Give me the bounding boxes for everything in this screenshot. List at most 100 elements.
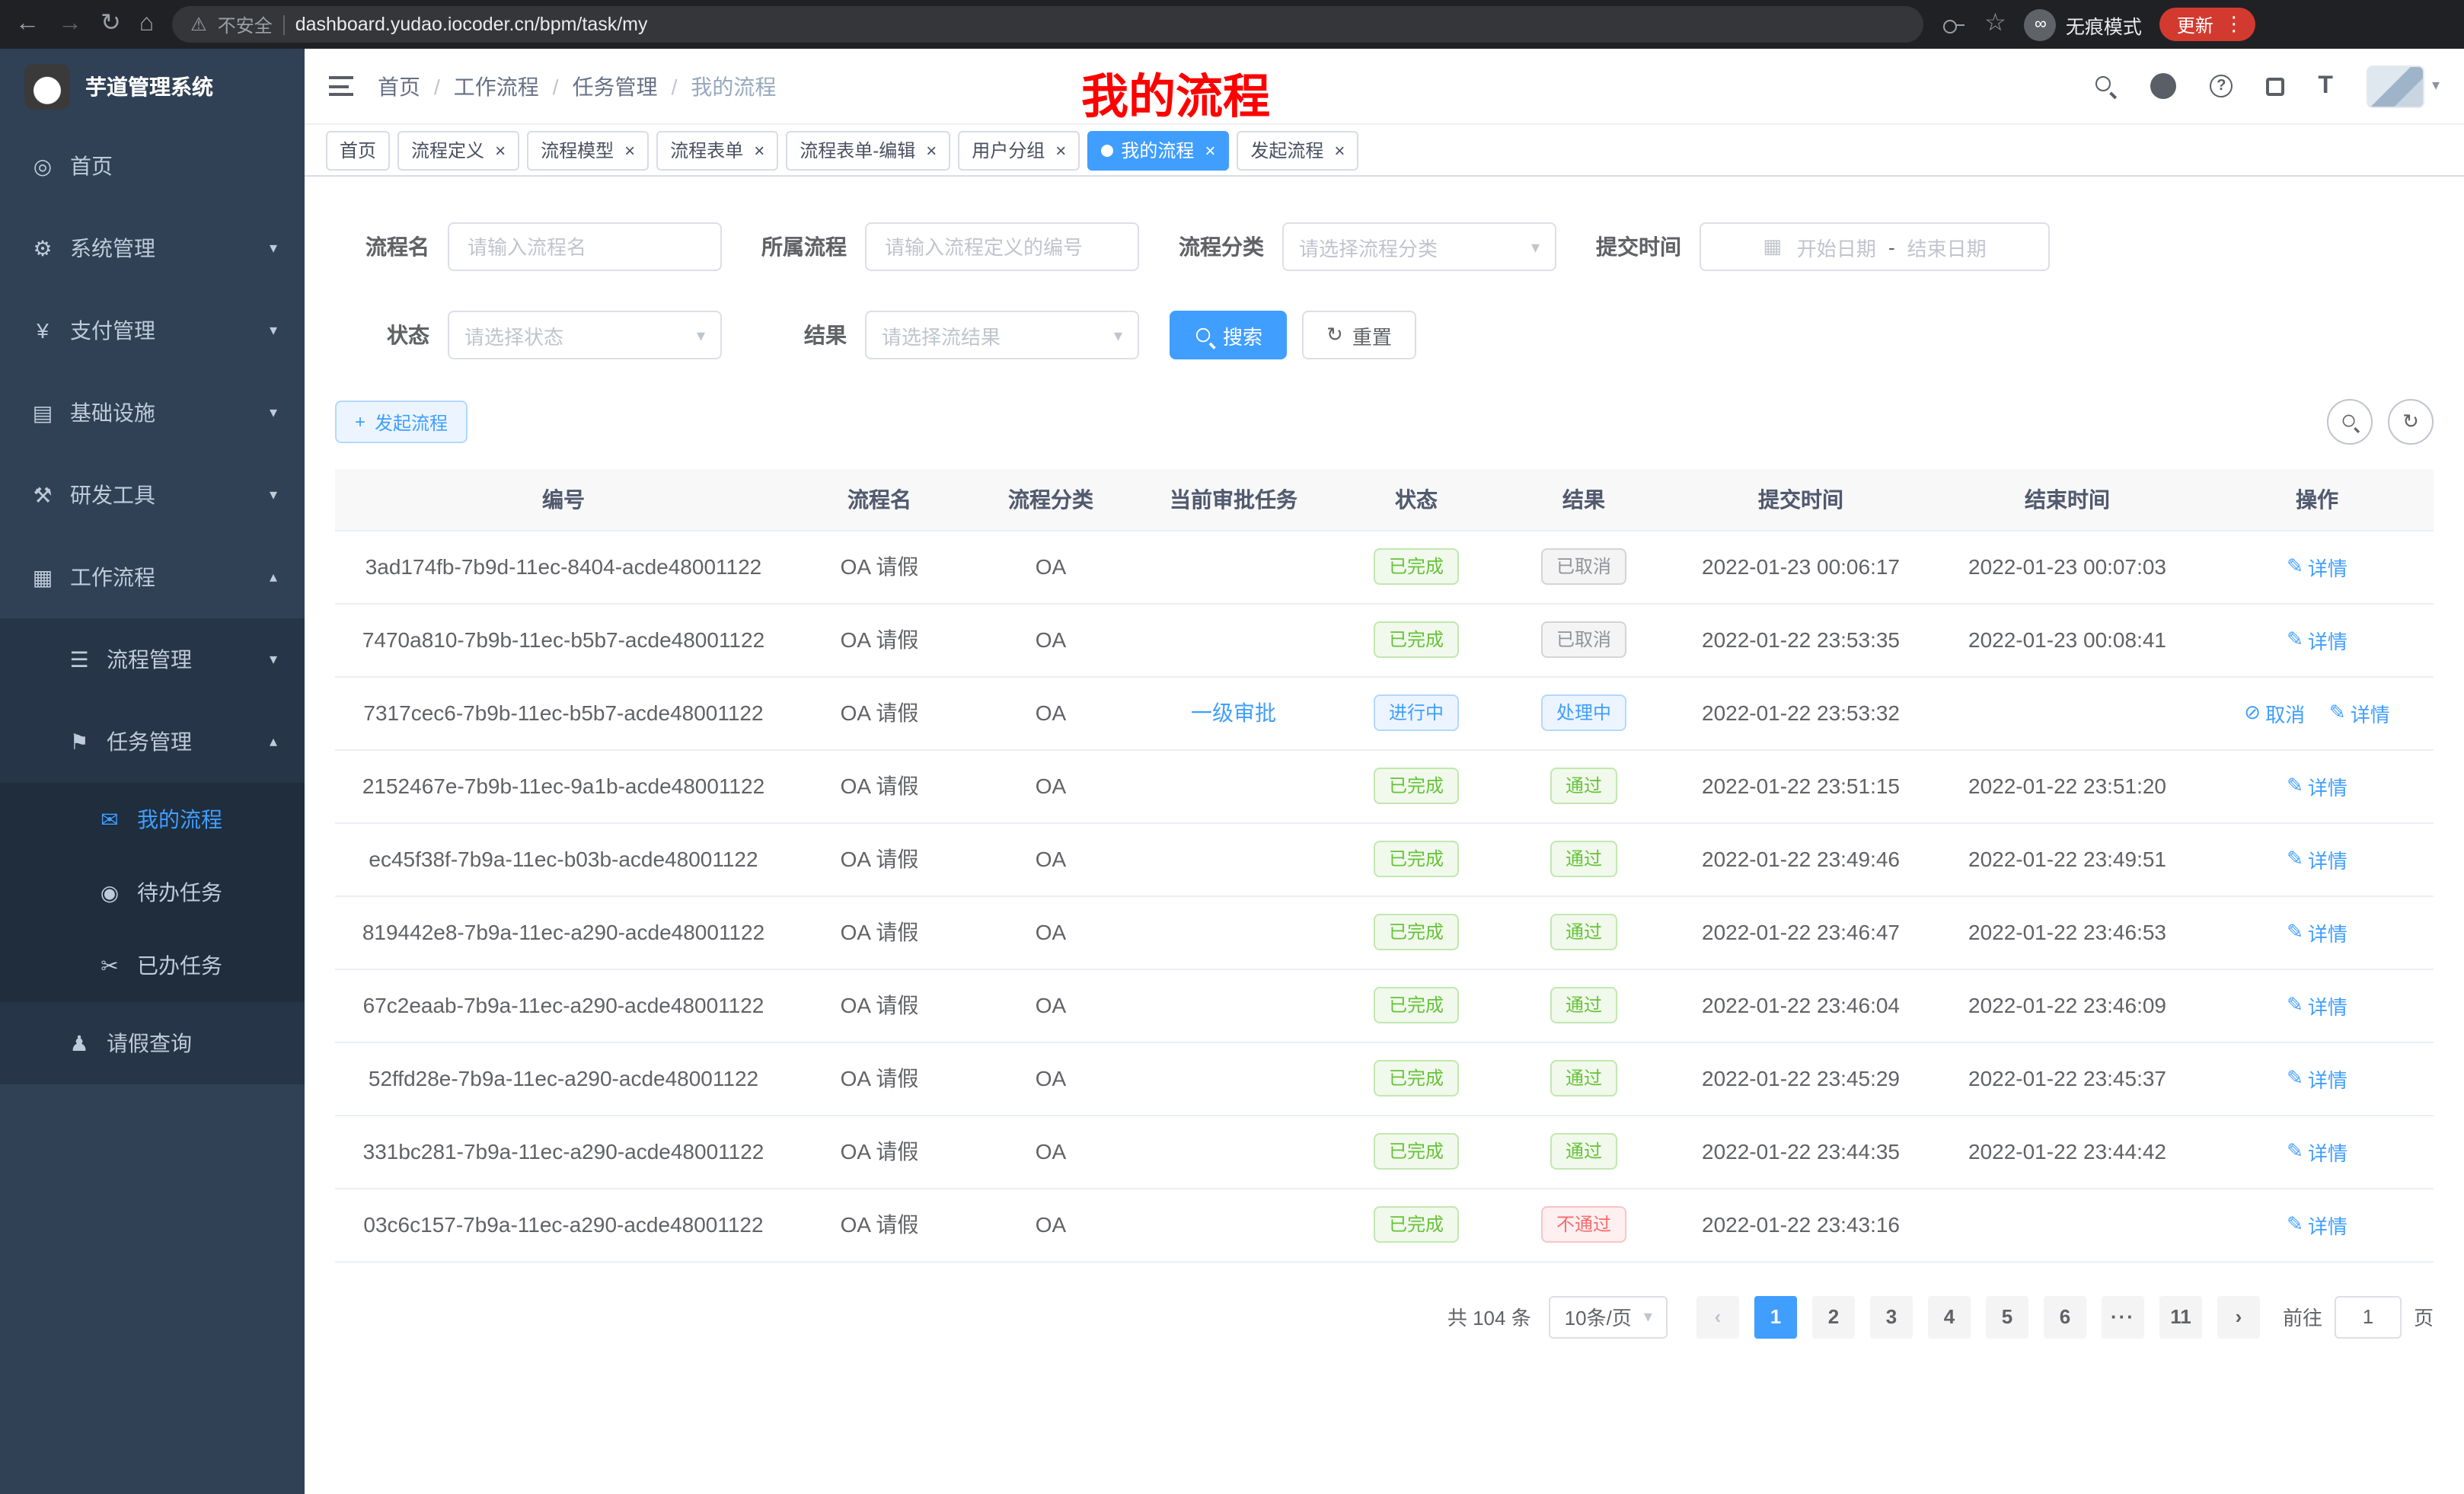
next-page-button[interactable]: › xyxy=(2217,1295,2260,1338)
category-select[interactable]: 请选择流程分类 ▾ xyxy=(1282,222,1556,271)
submit-time-range-picker[interactable]: ▦ 开始日期 - 结束日期 xyxy=(1700,222,2050,271)
breadcrumb-item[interactable]: 工作流程 xyxy=(420,71,539,101)
search-button[interactable]: 搜索 xyxy=(1170,311,1287,359)
plus-icon: + xyxy=(355,411,365,433)
close-icon[interactable]: × xyxy=(624,139,635,161)
table-row[interactable]: 819442e8-7b9a-11ec-a290-acde48001122 OA … xyxy=(335,895,2434,969)
sidebar-menu-item[interactable]: ⚙ 系统管理 ▾ xyxy=(0,207,305,289)
sidebar-menu-item[interactable]: ⚒ 研发工具 ▾ xyxy=(0,454,305,536)
view-tab[interactable]: 用户分组 × xyxy=(958,130,1080,170)
font-size-icon[interactable]: T xyxy=(2318,72,2333,100)
table-row[interactable]: 3ad174fb-7b9d-11ec-8404-acde48001122 OA … xyxy=(335,530,2434,603)
app-logo[interactable]: 芋道管理系统 xyxy=(0,49,305,125)
kebab-menu-icon[interactable]: ⋮ xyxy=(2224,12,2244,37)
sidebar-menu-item[interactable]: ◎ 首页 xyxy=(0,125,305,207)
detail-button[interactable]: ✎ 详情 xyxy=(2287,991,2348,1020)
security-label[interactable]: 不安全 xyxy=(218,11,273,37)
table-row[interactable]: 2152467e-7b9b-11ec-9a1b-acde48001122 OA … xyxy=(335,749,2434,822)
password-key-icon[interactable] xyxy=(1942,12,1966,37)
table-row[interactable]: 03c6c157-7b9a-11ec-a290-acde48001122 OA … xyxy=(335,1188,2434,1261)
toggle-search-button[interactable] xyxy=(2327,399,2373,445)
close-icon[interactable]: × xyxy=(1205,139,1215,161)
table-row[interactable]: ec45f38f-7b9a-11ec-b03b-acde48001122 OA … xyxy=(335,822,2434,895)
process-id: 7470a810-7b9b-11ec-b5b7-acde48001122 xyxy=(362,627,764,652)
detail-button[interactable]: ✎ 详情 xyxy=(2329,698,2390,727)
forward-icon[interactable]: → xyxy=(58,12,82,37)
page-button[interactable]: 2 xyxy=(1812,1295,1855,1338)
search-icon[interactable] xyxy=(2094,75,2117,97)
status-select[interactable]: 请选择状态 ▾ xyxy=(448,311,722,359)
help-icon[interactable]: ? xyxy=(2210,75,2233,97)
github-icon[interactable] xyxy=(2150,73,2176,99)
page-button[interactable]: 3 xyxy=(1870,1295,1913,1338)
current-task-link[interactable]: 一级审批 xyxy=(1191,701,1276,725)
detail-button[interactable]: ✎ 详情 xyxy=(2287,844,2348,873)
breadcrumb-item[interactable]: 我的流程 xyxy=(658,71,777,101)
avatar[interactable]: ▾ xyxy=(2367,65,2440,107)
goto-page-input[interactable] xyxy=(2335,1295,2402,1338)
process-name-input[interactable] xyxy=(448,222,722,271)
refresh-table-button[interactable]: ↻ xyxy=(2388,399,2434,445)
page-button[interactable]: 4 xyxy=(1928,1295,1971,1338)
close-icon[interactable]: × xyxy=(1334,139,1345,161)
view-tab[interactable]: 发起流程 × xyxy=(1237,130,1358,170)
sidebar-menu-item[interactable]: ✉ 我的流程 xyxy=(0,783,305,856)
sidebar-menu-item[interactable]: ▤ 基础设施 ▾ xyxy=(0,372,305,454)
close-icon[interactable]: × xyxy=(926,139,937,161)
process-def-input[interactable] xyxy=(865,222,1139,271)
breadcrumb-item[interactable]: 任务管理 xyxy=(539,71,658,101)
table-row[interactable]: 52ffd28e-7b9a-11ec-a290-acde48001122 OA … xyxy=(335,1042,2434,1115)
sidebar-menu-item[interactable]: ◉ 待办任务 xyxy=(0,856,305,929)
reset-button[interactable]: ↻ 重置 xyxy=(1302,311,1416,359)
detail-button[interactable]: ✎ 详情 xyxy=(2287,1064,2348,1093)
detail-button[interactable]: ✎ 详情 xyxy=(2287,771,2348,800)
close-icon[interactable]: × xyxy=(495,139,506,161)
detail-label: 详情 xyxy=(2308,625,2348,654)
view-tab[interactable]: 流程模型 × xyxy=(527,130,649,170)
cancel-button[interactable]: ⊘ 取消 xyxy=(2244,698,2305,727)
bookmark-star-icon[interactable]: ☆ xyxy=(1984,12,2006,37)
reload-icon[interactable]: ↻ xyxy=(101,12,121,37)
view-tab[interactable]: 流程表单 × xyxy=(656,130,778,170)
page-button[interactable]: 5 xyxy=(1986,1295,2028,1338)
table-row[interactable]: 7317cec6-7b9b-11ec-b5b7-acde48001122 OA … xyxy=(335,676,2434,749)
back-icon[interactable]: ← xyxy=(15,12,40,37)
table-row[interactable]: 7470a810-7b9b-11ec-b5b7-acde48001122 OA … xyxy=(335,603,2434,676)
hamburger-icon[interactable] xyxy=(329,76,353,96)
sidebar-menu-item[interactable]: ¥ 支付管理 ▾ xyxy=(0,289,305,372)
update-button[interactable]: 更新 ⋮ xyxy=(2160,8,2256,41)
close-icon[interactable]: × xyxy=(754,139,764,161)
url-text[interactable]: dashboard.yudao.iocoder.cn/bpm/task/my xyxy=(295,14,648,35)
launch-process-button[interactable]: + 发起流程 xyxy=(335,401,468,443)
fullscreen-icon[interactable] xyxy=(2266,77,2284,95)
sidebar-menu-item[interactable]: ✂ 已办任务 xyxy=(0,929,305,1002)
view-tab[interactable]: 流程定义 × xyxy=(397,130,519,170)
page-button[interactable]: ··· xyxy=(2102,1295,2144,1338)
sidebar-menu-item[interactable]: ▦ 工作流程 ▴ xyxy=(0,536,305,618)
detail-button[interactable]: ✎ 详情 xyxy=(2287,918,2348,947)
sidebar-menu-item[interactable]: ☰ 流程管理 ▾ xyxy=(0,618,305,701)
detail-button[interactable]: ✎ 详情 xyxy=(2287,552,2348,581)
sidebar-menu-item[interactable]: ♟ 请假查询 xyxy=(0,1002,305,1084)
page-button[interactable]: 11 xyxy=(2159,1295,2202,1338)
address-bar[interactable]: ⚠ 不安全 dashboard.yudao.iocoder.cn/bpm/tas… xyxy=(172,6,1923,43)
table-row[interactable]: 331bc281-7b9a-11ec-a290-acde48001122 OA … xyxy=(335,1115,2434,1188)
view-tab[interactable]: 流程表单-编辑 × xyxy=(786,130,950,170)
menu-item-label: 请假查询 xyxy=(107,1028,192,1058)
table-row[interactable]: 67c2eaab-7b9a-11ec-a290-acde48001122 OA … xyxy=(335,969,2434,1042)
view-tab[interactable]: 首页 × xyxy=(326,130,390,170)
detail-button[interactable]: ✎ 详情 xyxy=(2287,625,2348,654)
page-button[interactable]: 1 xyxy=(1754,1295,1797,1338)
goto-label: 前往 xyxy=(2283,1302,2322,1331)
home-icon[interactable]: ⌂ xyxy=(139,12,154,37)
view-tab[interactable]: 我的流程 × xyxy=(1087,130,1229,170)
result-select[interactable]: 请选择流结果 ▾ xyxy=(865,311,1139,359)
detail-button[interactable]: ✎ 详情 xyxy=(2287,1210,2348,1239)
page-button[interactable]: 6 xyxy=(2044,1295,2086,1338)
sidebar-menu-item[interactable]: ⚑ 任务管理 ▴ xyxy=(0,701,305,783)
page-size-select[interactable]: 10条/页 ▾ xyxy=(1550,1295,1668,1338)
detail-button[interactable]: ✎ 详情 xyxy=(2287,1137,2348,1166)
breadcrumb-item[interactable]: 首页 xyxy=(378,71,420,101)
prev-page-button[interactable]: ‹ xyxy=(1696,1295,1739,1338)
close-icon[interactable]: × xyxy=(1055,139,1066,161)
